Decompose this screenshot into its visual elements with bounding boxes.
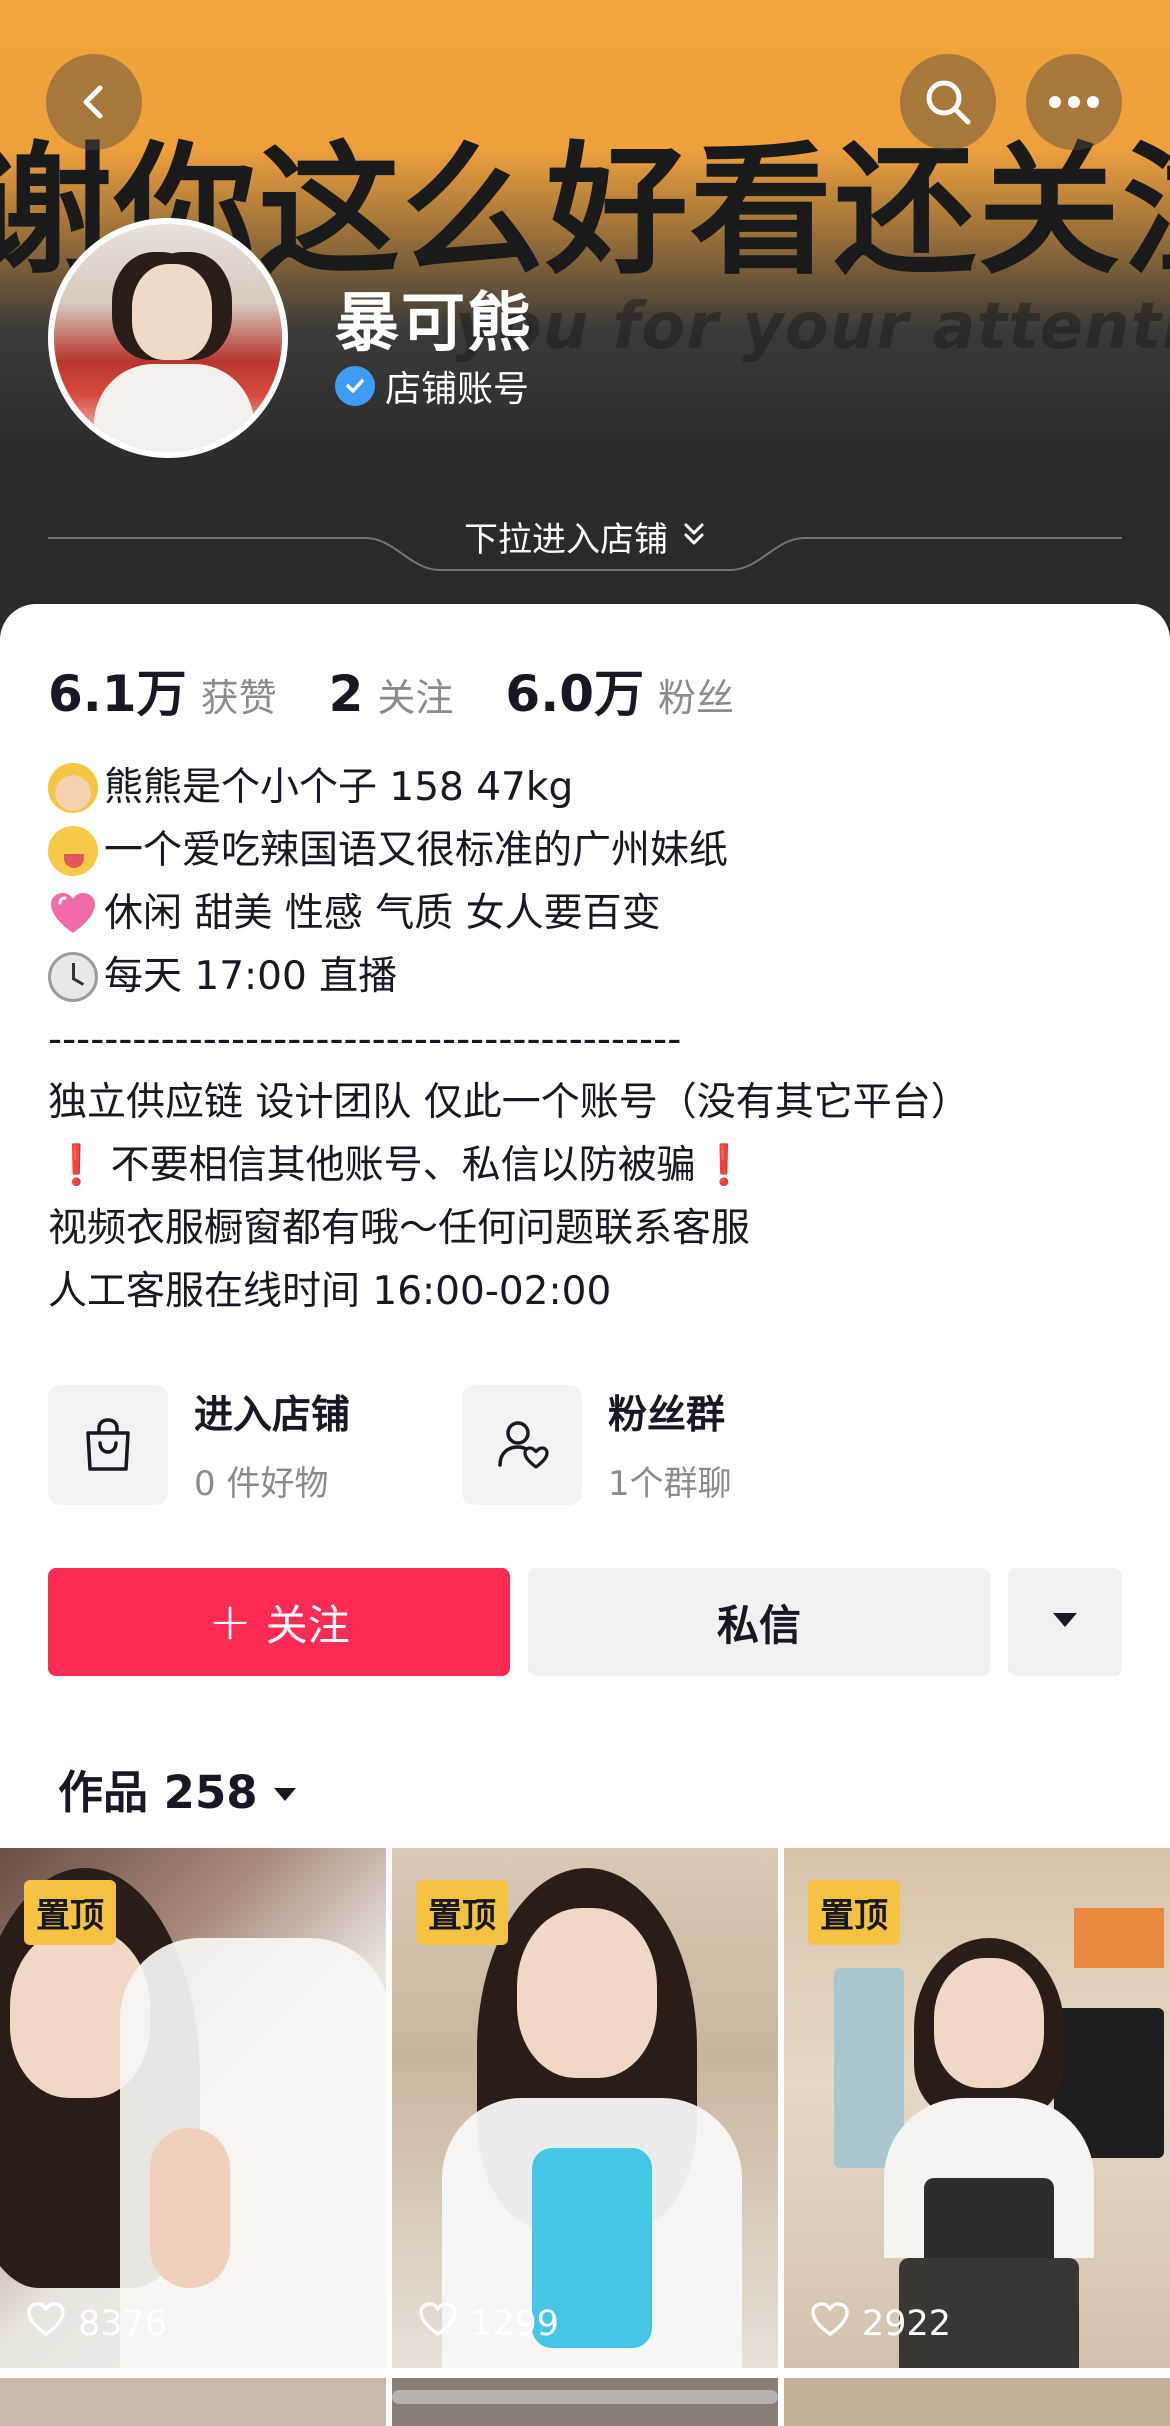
pull-hint-label: 下拉进入店铺 bbox=[464, 520, 668, 560]
search-button[interactable] bbox=[900, 54, 996, 150]
like-count-value: 8376 bbox=[78, 2303, 168, 2344]
profile-stats: 6.1万 获赞 2 关注 6.0万 粉丝 bbox=[48, 654, 786, 726]
double-chevron-down-icon bbox=[682, 517, 706, 557]
works-label: 作品 258 bbox=[58, 1766, 258, 1819]
more-actions-button[interactable] bbox=[1008, 1568, 1122, 1676]
message-button[interactable]: 私信 bbox=[528, 1568, 990, 1676]
more-button[interactable] bbox=[1026, 54, 1122, 150]
like-count-value: 1299 bbox=[470, 2303, 560, 2344]
bio-text: 不要相信其他账号、私信以防被骗 bbox=[110, 1143, 696, 1188]
shop-entry-subtitle: 0 件好物 bbox=[194, 1464, 329, 1504]
like-count: 2922 bbox=[810, 2301, 951, 2346]
shopping-bag-icon bbox=[48, 1384, 168, 1505]
clock-emoji-icon bbox=[48, 951, 98, 1002]
bio-text: 休闲 甜美 性感 气质 女人要百变 bbox=[104, 891, 661, 936]
heart-outline-icon bbox=[26, 2301, 66, 2346]
stat-value: 6.1万 bbox=[48, 665, 187, 723]
stat-label: 获赞 bbox=[200, 676, 277, 720]
stat-value: 6.0万 bbox=[505, 665, 644, 723]
bio-line: 独立供应链 设计团队 仅此一个账号（没有其它平台） bbox=[48, 1080, 970, 1125]
banner-subtext: you for your attention bbox=[455, 290, 1170, 364]
exclamation-icon: ❗ bbox=[52, 1143, 101, 1188]
bio-divider: ----------------------------------------… bbox=[48, 1017, 682, 1062]
pinned-badge: 置顶 bbox=[24, 1880, 116, 1945]
like-count-value: 2922 bbox=[862, 2303, 952, 2344]
bio-line: 视频衣服橱窗都有哦～任何问题联系客服 bbox=[48, 1206, 751, 1251]
pinned-badge: 置顶 bbox=[808, 1880, 900, 1945]
bio-line: ❗ 不要相信其他账号、私信以防被骗 ❗ bbox=[48, 1134, 1128, 1197]
stat-label: 关注 bbox=[377, 676, 454, 720]
bio-line: 熊熊是个小个子 158 47kg bbox=[48, 756, 1128, 819]
heart-outline-icon bbox=[418, 2301, 458, 2346]
follow-button[interactable]: + 关注 bbox=[48, 1568, 510, 1676]
like-count: 1299 bbox=[418, 2301, 559, 2346]
profile-card: 6.1万 获赞 2 关注 6.0万 粉丝 熊熊是个小个子 158 47kg 一个… bbox=[0, 604, 1170, 2426]
fan-group-subtitle: 1个群聊 bbox=[608, 1464, 732, 1504]
heart-outline-icon bbox=[810, 2301, 850, 2346]
profile-banner: 谢你这么好看还关注 you for your attention 暴可熊 店铺账… bbox=[0, 0, 1170, 640]
like-count: 8376 bbox=[26, 2301, 167, 2346]
stat-value: 2 bbox=[328, 665, 364, 723]
stat-following[interactable]: 2 关注 bbox=[329, 665, 454, 723]
message-label: 私信 bbox=[716, 1600, 801, 1650]
account-type-label: 店铺账号 bbox=[385, 369, 530, 410]
caret-down-icon bbox=[272, 1762, 298, 1815]
stat-likes: 6.1万 获赞 bbox=[48, 654, 277, 726]
triangle-down-icon bbox=[1051, 1611, 1079, 1633]
works-tab[interactable]: 作品 258 bbox=[58, 1756, 298, 1821]
shop-entry-title: 进入店铺 bbox=[194, 1393, 351, 1438]
pull-to-shop-hint[interactable]: 下拉进入店铺 bbox=[0, 512, 1170, 561]
video-thumbnail[interactable]: 置顶 2922 bbox=[784, 1848, 1170, 2368]
bio-line: 人工客服在线时间 16:00-02:00 bbox=[48, 1269, 612, 1314]
video-thumbnail-partial[interactable] bbox=[0, 2378, 386, 2426]
bio-line: 休闲 甜美 性感 气质 女人要百变 bbox=[48, 882, 1128, 945]
avatar[interactable] bbox=[48, 218, 288, 458]
fan-group-title: 粉丝群 bbox=[608, 1393, 726, 1438]
video-thumbnail[interactable]: 置顶 8376 bbox=[0, 1848, 386, 2368]
bio-text: 每天 17:00 直播 bbox=[104, 954, 398, 999]
stat-label: 粉丝 bbox=[657, 676, 734, 720]
fan-group-entry[interactable]: 粉丝群 1个群聊 bbox=[462, 1384, 732, 1505]
stat-followers[interactable]: 6.0万 粉丝 bbox=[505, 654, 734, 726]
user-heart-icon bbox=[462, 1384, 582, 1505]
bio-text: 一个爱吃辣国语又很标准的广州妹纸 bbox=[104, 828, 729, 873]
bio-text: 熊熊是个小个子 158 47kg bbox=[104, 765, 574, 810]
video-thumbnail[interactable]: 置顶 1299 bbox=[392, 1848, 778, 2368]
girl-emoji-icon bbox=[48, 762, 98, 813]
profile-bio: 熊熊是个小个子 158 47kg 一个爱吃辣国语又很标准的广州妹纸 休闲 甜美 … bbox=[48, 756, 1128, 1323]
profile-name: 暴可熊 bbox=[335, 287, 533, 361]
bio-line: 一个爱吃辣国语又很标准的广州妹纸 bbox=[48, 819, 1128, 882]
pink-heart-emoji-icon bbox=[48, 889, 98, 939]
search-icon bbox=[922, 76, 974, 128]
exclamation-icon: ❗ bbox=[699, 1143, 749, 1188]
zany-face-emoji-icon bbox=[48, 825, 98, 876]
enter-shop-entry[interactable]: 进入店铺 0 件好物 bbox=[48, 1384, 350, 1505]
plus-icon: + bbox=[208, 1592, 252, 1652]
verified-check-icon bbox=[335, 366, 375, 406]
back-button[interactable] bbox=[46, 54, 142, 150]
home-indicator bbox=[392, 2390, 778, 2404]
account-type-badge: 店铺账号 bbox=[335, 360, 529, 412]
chevron-left-icon bbox=[74, 82, 114, 122]
follow-label: 关注 bbox=[265, 1600, 350, 1650]
pinned-badge: 置顶 bbox=[416, 1880, 508, 1945]
video-thumbnail-partial[interactable] bbox=[784, 2378, 1170, 2426]
bio-line: 每天 17:00 直播 bbox=[48, 945, 1128, 1008]
more-dots-icon bbox=[1048, 95, 1100, 109]
